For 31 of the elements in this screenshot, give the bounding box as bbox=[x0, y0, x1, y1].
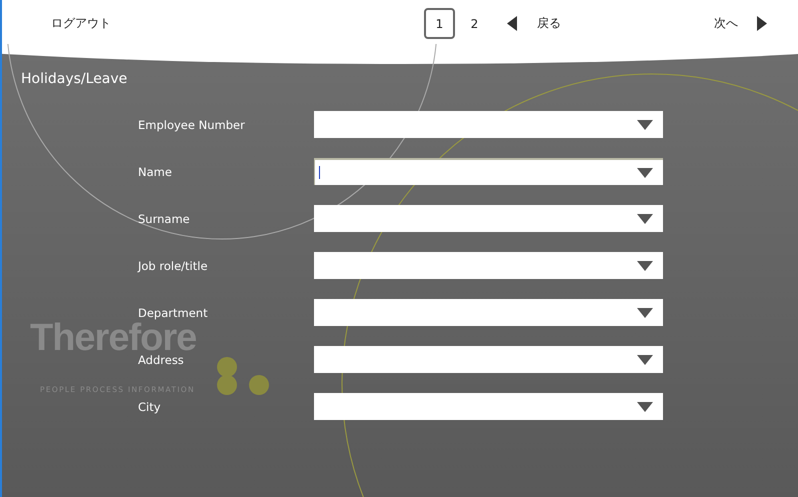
next-button[interactable]: 次へ bbox=[714, 15, 767, 32]
logout-button[interactable]: ログアウト bbox=[51, 15, 131, 32]
dropdown-field[interactable] bbox=[314, 111, 663, 138]
dropdown-field[interactable] bbox=[314, 346, 663, 373]
form-title: Holidays/Leave bbox=[21, 71, 128, 87]
left-triangle-icon bbox=[507, 16, 517, 31]
text-cursor bbox=[319, 166, 320, 179]
logo-dots-icon bbox=[215, 357, 271, 395]
field-label: City bbox=[138, 400, 162, 414]
dropdown-arrow-icon bbox=[637, 260, 653, 270]
dropdown-field[interactable] bbox=[314, 252, 663, 279]
dropdown-arrow-icon bbox=[637, 120, 653, 130]
page-button[interactable]: 1 bbox=[424, 8, 455, 39]
dropdown-arrow-icon bbox=[637, 308, 653, 318]
field-label: Employee Number bbox=[138, 118, 246, 132]
field-label: Surname bbox=[138, 212, 191, 226]
dropdown-arrow-icon bbox=[637, 214, 653, 224]
dropdown-field[interactable] bbox=[314, 299, 663, 326]
dropdown-arrow-icon bbox=[637, 354, 653, 364]
back-button[interactable]: 戻る bbox=[507, 15, 561, 32]
dropdown-field[interactable] bbox=[314, 205, 663, 232]
right-triangle-icon bbox=[757, 16, 767, 31]
field-label: Address bbox=[138, 352, 185, 366]
field-label: Department bbox=[138, 306, 209, 320]
page-button[interactable]: 2 bbox=[459, 8, 490, 39]
dropdown-arrow-icon bbox=[637, 402, 653, 412]
dropdown-field[interactable] bbox=[314, 158, 663, 185]
dropdown-arrow-icon bbox=[637, 168, 653, 178]
field-label: Job role/title bbox=[138, 258, 209, 272]
field-label: Name bbox=[138, 164, 173, 178]
dropdown-field[interactable] bbox=[314, 393, 663, 420]
